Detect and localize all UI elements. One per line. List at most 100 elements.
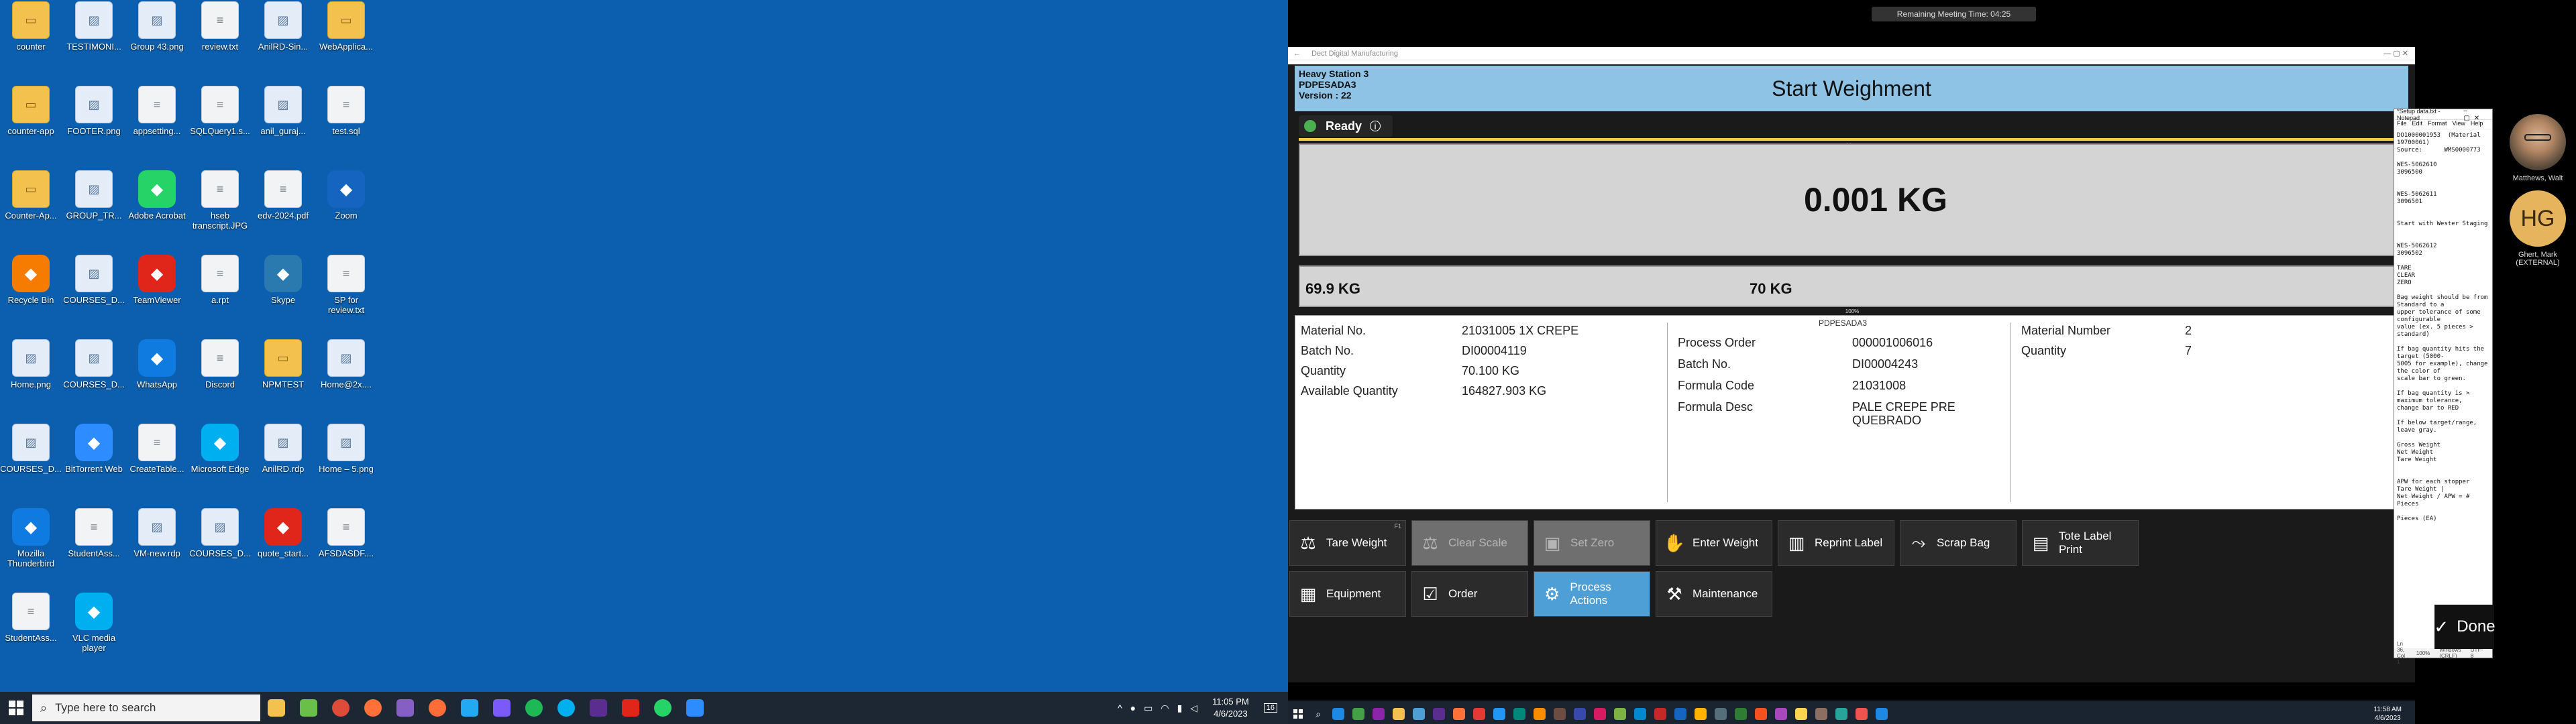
enter-weight-button[interactable]: ✋ Enter Weight (1656, 520, 1772, 566)
order-button[interactable]: ☑ Order (1411, 571, 1528, 617)
skype-taskbar-icon[interactable] (550, 692, 582, 724)
participant-tile[interactable]: HG Ghert, Mark (EXTERNAL) (2500, 190, 2576, 267)
menu-help[interactable]: Help (2471, 120, 2483, 129)
desktop-icon[interactable]: ◆ VLC media player (63, 593, 125, 653)
remote-app-icon[interactable] (1690, 704, 1711, 724)
remote-app-icon[interactable] (1872, 704, 1892, 724)
desktop-icon[interactable]: ≡ edv-2024.pdf (252, 170, 314, 221)
visual-studio-2-taskbar-icon[interactable] (582, 692, 614, 724)
desktop-icon[interactable]: ▨ Group 43.png (126, 1, 188, 52)
chevron-up-icon[interactable]: ^ (1118, 703, 1122, 713)
visual-studio-taskbar-icon[interactable] (389, 692, 421, 724)
remote-clock[interactable]: 11:58 AM 4/6/2023 (2373, 705, 2402, 723)
remote-app-icon[interactable] (1489, 704, 1509, 724)
remote-app-icon[interactable] (1328, 704, 1348, 724)
maintenance-button[interactable]: ⚒ Maintenance (1656, 571, 1772, 617)
remote-app-icon[interactable] (1630, 704, 1650, 724)
remote-app-icon[interactable] (1570, 704, 1590, 724)
desktop-icon[interactable]: ◆ quote_start... (252, 508, 314, 558)
desktop-icon[interactable]: ▨ TESTIMONI... (63, 1, 125, 52)
file-explorer-taskbar-icon[interactable] (260, 692, 292, 724)
desktop-icon[interactable]: ◆ Recycle Bin (0, 255, 62, 305)
desktop-icon[interactable]: ▭ WebApplica... (315, 1, 377, 52)
desktop-icon[interactable]: ▨ Home.png (0, 339, 62, 389)
tare-weight-button[interactable]: ⚖ Tare Weight F1 (1289, 520, 1406, 566)
done-button[interactable]: ✓ Done (2434, 605, 2496, 649)
participant-tile[interactable]: Matthews, Walt (2500, 114, 2576, 182)
remote-app-icon[interactable] (1529, 704, 1550, 724)
desktop-icon[interactable]: ▨ FOOTER.png (63, 86, 125, 136)
desktop-icon[interactable]: ≡ StudentAss... (63, 508, 125, 558)
postman-taskbar-icon[interactable] (421, 692, 453, 724)
remote-app-icon[interactable] (1368, 704, 1389, 724)
volume-icon[interactable]: ◁ (1190, 703, 1197, 714)
clear-scale-button[interactable]: ⚖ Clear Scale (1411, 520, 1528, 566)
desktop-icon[interactable]: ◆ Adobe Acrobat (126, 170, 188, 221)
back-arrow-icon[interactable]: ← (1293, 50, 1301, 58)
desktop-icon[interactable]: ≡ StudentAss... (0, 593, 62, 643)
firefox-taskbar-icon[interactable] (357, 692, 389, 724)
remote-app-icon[interactable] (1590, 704, 1610, 724)
remote-app-icon[interactable] (1509, 704, 1529, 724)
status-pill[interactable]: Ready i (1299, 115, 1393, 137)
desktop-icon[interactable]: ▨ Home@2x.... (315, 339, 377, 389)
whatsapp-taskbar-icon[interactable] (647, 692, 679, 724)
remote-app-icon[interactable] (1469, 704, 1489, 724)
desktop-icon[interactable]: ▨ COURSES_D... (63, 255, 125, 305)
remote-app-icon[interactable] (1429, 704, 1449, 724)
remote-app-icon[interactable] (1771, 704, 1791, 724)
desktop-icon[interactable]: ≡ a.rpt (189, 255, 251, 305)
remote-app-icon[interactable] (1650, 704, 1670, 724)
microphone-icon[interactable]: ● (1130, 703, 1136, 713)
tote-label-print-button[interactable]: ▤ Tote Label Print (2022, 520, 2139, 566)
remote-app-icon[interactable] (1811, 704, 1831, 724)
scrap-bag-button[interactable]: ⤳ Scrap Bag (1900, 520, 2017, 566)
app-taskbar-icon[interactable] (486, 692, 518, 724)
desktop-icon[interactable]: ▭ Counter-Ap... (0, 170, 62, 221)
taskbar-search-box[interactable]: ⌕ Type here to search (32, 695, 260, 721)
notepad-text-area[interactable]: DO1000001953 (Material 19700061) Source:… (2394, 129, 2492, 625)
network-icon[interactable]: ▭ (1144, 703, 1152, 714)
menu-file[interactable]: File (2397, 120, 2407, 129)
desktop-icon[interactable]: ▭ counter (0, 1, 62, 52)
notification-icon[interactable]: 16 (1263, 703, 1277, 713)
remote-app-icon[interactable] (1831, 704, 1851, 724)
desktop-icon[interactable]: ≡ Discord (189, 339, 251, 389)
zoom-taskbar-icon[interactable] (679, 692, 711, 724)
remote-app-icon[interactable] (1851, 704, 1872, 724)
remote-app-icon[interactable] (1731, 704, 1751, 724)
snip-taskbar-icon[interactable] (292, 692, 325, 724)
menu-view[interactable]: View (2453, 120, 2465, 129)
desktop-icon[interactable]: ▨ COURSES_D... (0, 424, 62, 474)
info-icon[interactable]: i (1370, 121, 1381, 131)
wifi-icon[interactable]: ◠ (1161, 703, 1169, 714)
remote-app-icon[interactable] (1449, 704, 1469, 724)
acrobat-taskbar-icon[interactable] (614, 692, 647, 724)
remote-app-icon[interactable] (1791, 704, 1811, 724)
remote-app-icon[interactable] (1550, 704, 1570, 724)
desktop-icon[interactable]: ▨ AnilRD-Sin... (252, 1, 314, 52)
desktop-icon[interactable]: ◆ BitTorrent Web (63, 424, 125, 474)
menu-edit[interactable]: Edit (2412, 120, 2423, 129)
desktop-icon[interactable]: ≡ SQLQuery1.s... (189, 86, 251, 136)
desktop-icon[interactable]: ◆ WhatsApp (126, 339, 188, 389)
desktop-icon[interactable]: ≡ AFSDASDF.... (315, 508, 377, 558)
desktop-icon[interactable]: ◆ Microsoft Edge (189, 424, 251, 474)
desktop-icon[interactable]: ≡ hseb transcript.JPG (189, 170, 251, 231)
reprint-label-button[interactable]: ▥ Reprint Label (1778, 520, 1894, 566)
remote-app-icon[interactable] (1751, 704, 1771, 724)
desktop-icon[interactable]: ▨ anil_guraj... (252, 86, 314, 136)
desktop-icon[interactable]: ◆ Mozilla Thunderbird (0, 508, 62, 568)
remote-app-icon[interactable] (1389, 704, 1409, 724)
remote-app-icon[interactable] (1409, 704, 1429, 724)
window-controls[interactable]: — ▢ ✕ (2383, 49, 2408, 58)
desktop-icon[interactable]: ▨ COURSES_D... (63, 339, 125, 389)
desktop-icon[interactable]: ≡ review.txt (189, 1, 251, 52)
remote-app-icon[interactable] (1711, 704, 1731, 724)
remote-app-icon[interactable] (1670, 704, 1690, 724)
desktop-icon[interactable]: ◆ Zoom (315, 170, 377, 221)
set-zero-button[interactable]: ▣ Set Zero (1534, 520, 1650, 566)
desktop-icon[interactable]: ≡ CreateTable... (126, 424, 188, 474)
remote-search-icon[interactable]: ⌕ (1308, 704, 1328, 724)
desktop-icon[interactable]: ◆ TeamViewer (126, 255, 188, 305)
